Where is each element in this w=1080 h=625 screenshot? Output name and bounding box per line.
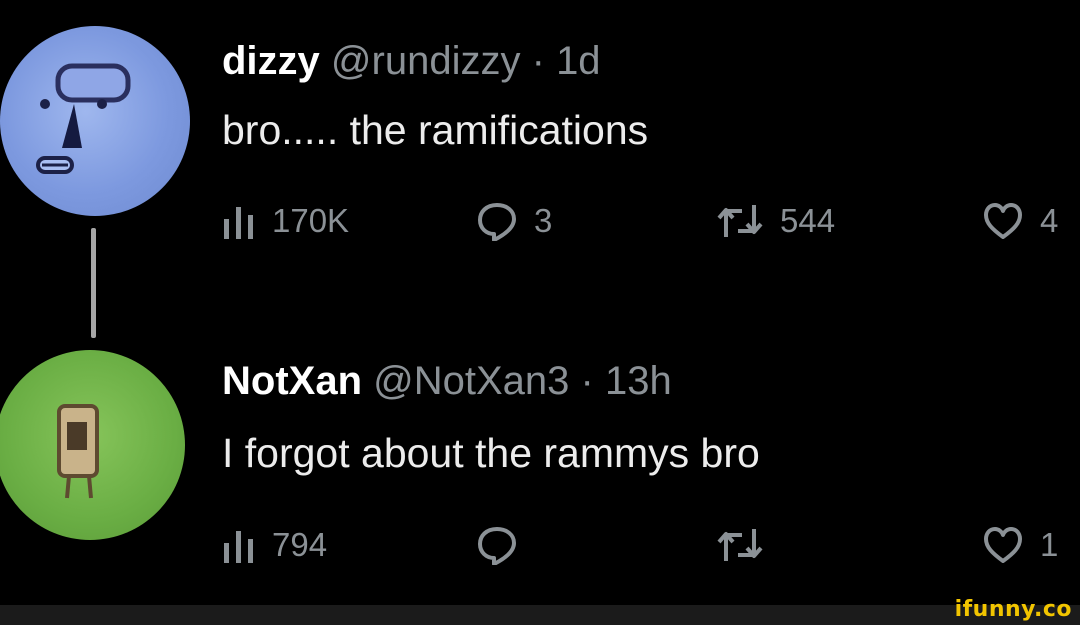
moai-face-icon (36, 63, 131, 174)
tweet-text: I forgot about the rammys bro (222, 430, 760, 476)
heart-icon (984, 203, 1022, 239)
user-handle[interactable]: @NotXan3 (373, 359, 569, 403)
retweet-button[interactable]: 544 (716, 198, 835, 244)
watermark-logo: ifunny.co (954, 597, 1072, 622)
retweet-button[interactable] (716, 522, 780, 568)
retweet-count: 544 (780, 202, 836, 239)
bar-chart-icon (224, 531, 253, 563)
reply-count: 3 (534, 202, 553, 239)
avatar-notxan[interactable] (0, 350, 185, 540)
screenshot: dizzy @rundizzy · 1d bro..... the ramifi… (0, 0, 1080, 625)
timestamp[interactable]: 13h (605, 359, 672, 403)
user-handle[interactable]: @rundizzy (331, 39, 521, 83)
views-button[interactable]: 794 (222, 522, 327, 568)
separator-dot: · (580, 359, 594, 403)
action-bar: 794 1 (222, 522, 1080, 568)
speech-bubble-icon (478, 203, 516, 241)
tweet-header: dizzy @rundizzy · 1d (222, 37, 601, 85)
like-count: 1 (1040, 526, 1059, 563)
reply-button[interactable]: 3 (476, 198, 552, 244)
sign-figure-icon (57, 404, 99, 499)
views-count: 794 (272, 526, 328, 563)
tweet-text: bro..... the ramifications (222, 107, 649, 153)
action-bar: 170K 3 544 4 (222, 198, 1080, 244)
thread-line (91, 228, 96, 338)
tweet-header: NotXan @NotXan3 · 13h (222, 357, 672, 405)
reply-button[interactable] (476, 522, 534, 568)
views-button[interactable]: 170K (222, 198, 349, 244)
separator-dot: · (531, 39, 545, 83)
timestamp[interactable]: 1d (556, 39, 601, 83)
bar-chart-icon (224, 207, 253, 239)
speech-bubble-icon (478, 527, 516, 565)
avatar-dizzy[interactable] (0, 26, 190, 216)
like-button[interactable]: 1 (982, 522, 1058, 568)
display-name[interactable]: dizzy (222, 39, 320, 83)
retweet-arrows-icon (717, 529, 763, 561)
footer-bar (0, 605, 1080, 625)
retweet-arrows-icon (717, 205, 763, 237)
like-button[interactable]: 4 (982, 198, 1058, 244)
like-count: 4 (1040, 202, 1059, 239)
views-count: 170K (272, 202, 350, 239)
heart-icon (984, 527, 1022, 563)
display-name[interactable]: NotXan (222, 359, 362, 403)
